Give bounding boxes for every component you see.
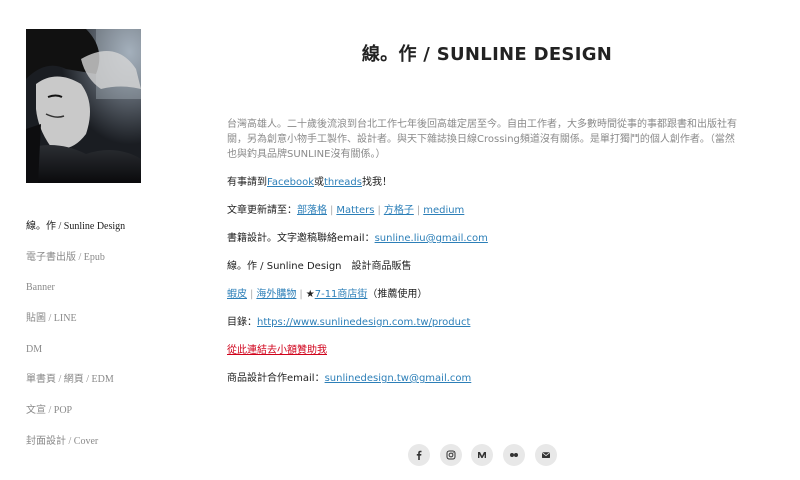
flickr-icon	[510, 453, 518, 457]
nav-item-line-stickers[interactable]: 貼圖 / LINE	[26, 312, 186, 343]
facebook-link[interactable]: Facebook	[267, 177, 314, 188]
nav-item-web-edm[interactable]: 單書頁 / 網頁 / EDM	[26, 373, 186, 404]
separator: |	[299, 289, 303, 300]
cooperation-label: 商品設計合作email：	[227, 373, 325, 384]
email-icon	[541, 452, 551, 458]
cooperation-email-link[interactable]: sunlinedesign.tw@gmail.com	[325, 373, 472, 384]
articles-label: 文章更新請至：	[227, 205, 297, 216]
nav-item-sunline-design[interactable]: 線。作 / Sunline Design	[26, 220, 186, 251]
shop-links-line: 蝦皮 | 海外購物 | ★7-11商店街（推薦使用）	[227, 288, 427, 302]
sponsor-link[interactable]: 從此連結去小額贊助我	[227, 345, 327, 356]
sponsor-line: 從此連結去小額贊助我	[227, 344, 327, 358]
facebook-button[interactable]	[408, 444, 430, 466]
medium-link[interactable]: medium	[423, 205, 464, 216]
page-title: 線。作 / SUNLINE DESIGN	[361, 44, 613, 65]
instagram-button[interactable]	[440, 444, 462, 466]
contact-or: 或	[314, 177, 324, 188]
nav-item-banner[interactable]: Banner	[26, 281, 186, 312]
intro-paragraph: 台灣高雄人。二十歲後流浪到台北工作七年後回高雄定居至今。自由工作者，大多數時間從…	[227, 119, 737, 160]
separator: |	[250, 289, 254, 300]
medium-button[interactable]	[471, 444, 493, 466]
seven-eleven-shop-link[interactable]: 7-11商店街	[315, 289, 368, 300]
books-label: 書籍設計。文字邀稿聯絡email：	[227, 233, 375, 244]
star-icon: ★	[305, 289, 315, 300]
catalog-label: 目錄：	[227, 317, 257, 328]
profile-photo	[26, 29, 141, 183]
overseas-shop-link[interactable]: 海外購物	[256, 289, 296, 300]
facebook-icon	[416, 450, 422, 460]
articles-line: 文章更新請至：部落格 | Matters | 方格子 | medium	[227, 204, 464, 218]
profile-photo-image	[26, 29, 141, 183]
blog-link[interactable]: 部落格	[297, 205, 327, 216]
separator: |	[416, 205, 421, 216]
catalog-line: 目錄：https://www.sunlinedesign.com.tw/prod…	[227, 316, 470, 330]
books-email-link[interactable]: sunline.liu@gmail.com	[375, 233, 488, 244]
instagram-icon	[446, 450, 456, 460]
nav-item-epub[interactable]: 電子書出版 / Epub	[26, 251, 186, 282]
nav-item-cover[interactable]: 封面設計 / Cover	[26, 435, 186, 466]
contact-line: 有事請到Facebook或threads找我！	[227, 176, 392, 190]
books-line: 書籍設計。文字邀稿聯絡email：sunline.liu@gmail.com	[227, 232, 488, 246]
recommend-note: （推薦使用）	[367, 289, 428, 300]
vocus-link[interactable]: 方格子	[384, 205, 414, 216]
separator: |	[330, 205, 334, 216]
separator: |	[377, 205, 381, 216]
nav-item-dm[interactable]: DM	[26, 343, 186, 374]
shopee-link[interactable]: 蝦皮	[227, 289, 247, 300]
sidebar: 線。作 / Sunline Design 電子書出版 / Epub Banner…	[26, 29, 176, 447]
shop-title: 線。作 / Sunline Design 設計商品販售	[227, 261, 412, 272]
threads-link[interactable]: threads	[324, 177, 362, 188]
nav-item-pop[interactable]: 文宣 / POP	[26, 404, 186, 435]
flickr-button[interactable]	[503, 444, 525, 466]
contact-prefix: 有事請到	[227, 177, 267, 188]
contact-suffix: 找我！	[362, 177, 392, 188]
catalog-link[interactable]: https://www.sunlinedesign.com.tw/product	[257, 317, 470, 328]
sidebar-nav: 線。作 / Sunline Design 電子書出版 / Epub Banner…	[26, 220, 186, 466]
matters-link[interactable]: Matters	[336, 205, 374, 216]
email-button[interactable]	[535, 444, 557, 466]
medium-icon	[478, 452, 486, 458]
cooperation-line: 商品設計合作email：sunlinedesign.tw@gmail.com	[227, 372, 471, 386]
